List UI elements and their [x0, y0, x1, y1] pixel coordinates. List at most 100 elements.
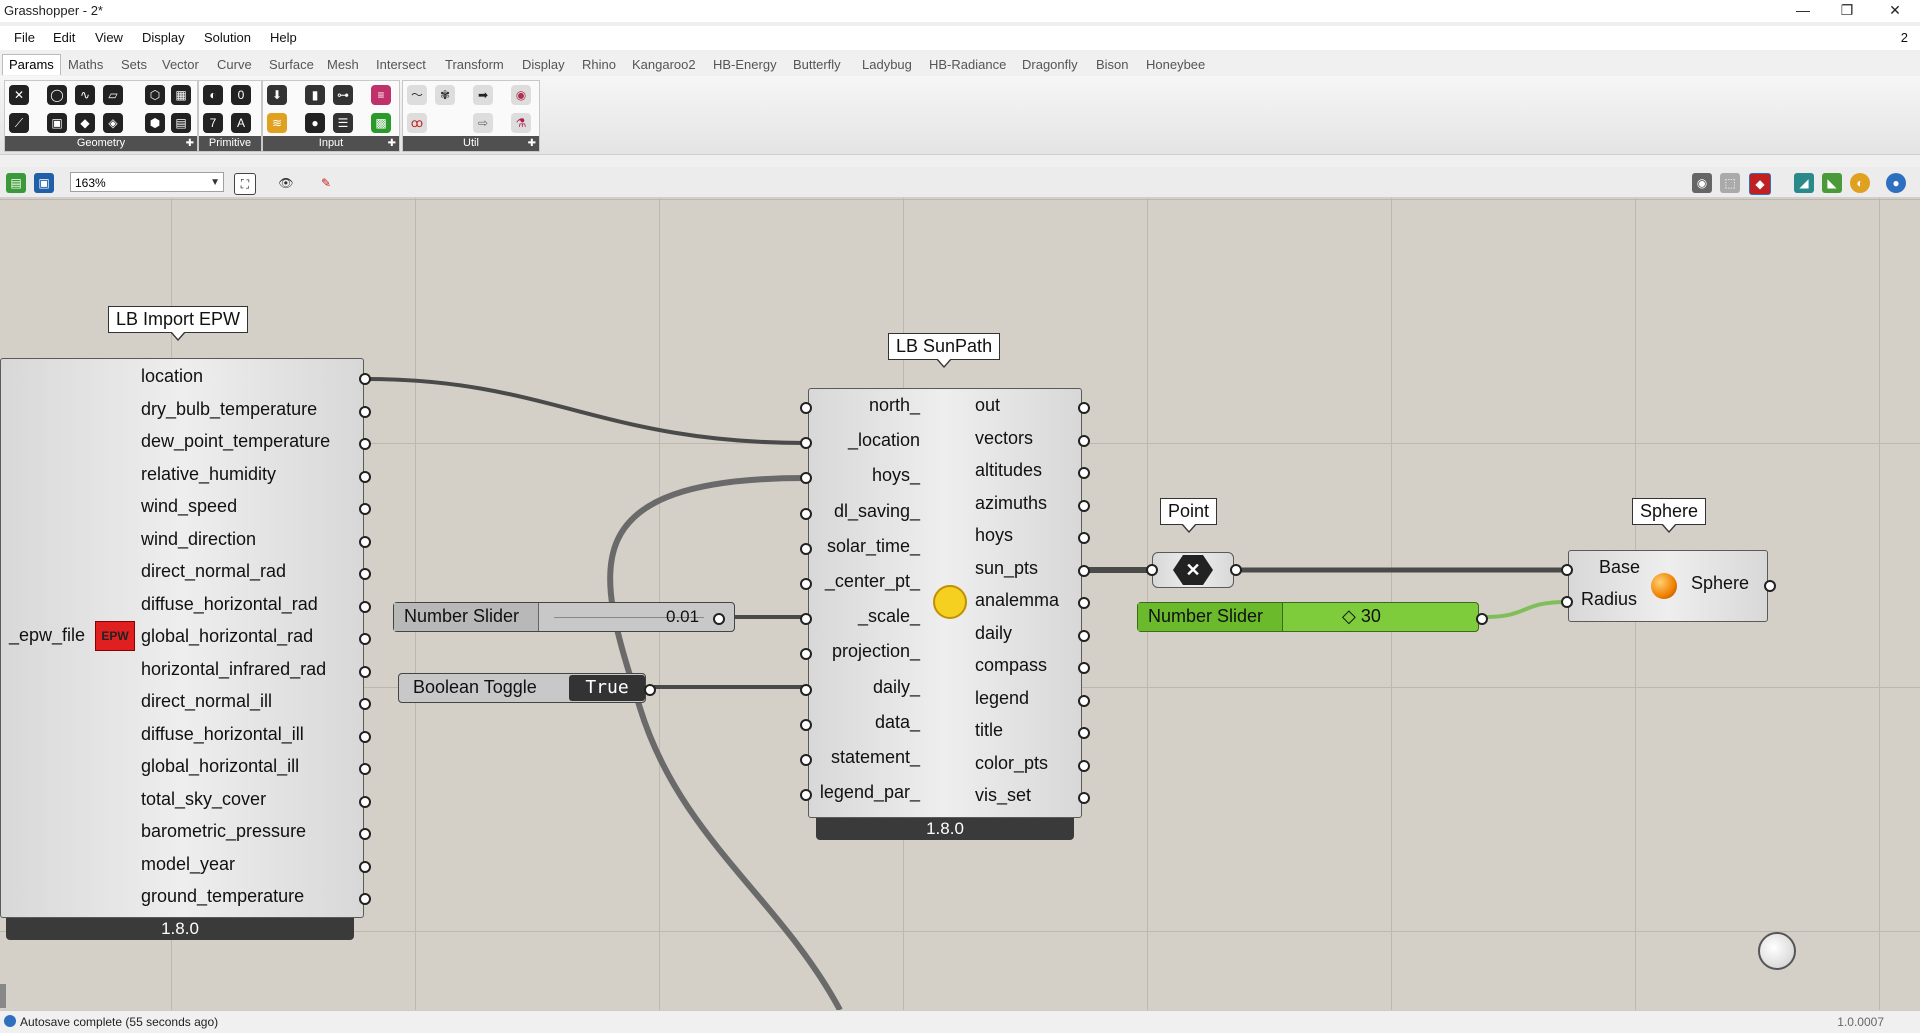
- tab-dragonfly[interactable]: Dragonfly: [1022, 57, 1078, 72]
- value-list-icon[interactable]: ☰: [333, 113, 353, 133]
- settings-sphere-icon[interactable]: ●: [1886, 173, 1906, 193]
- point-output-port[interactable]: [1230, 564, 1242, 576]
- point-component[interactable]: ✕: [1152, 552, 1234, 588]
- sphere-output-port[interactable]: [1764, 580, 1776, 592]
- menu-help[interactable]: Help: [270, 30, 297, 45]
- tab-sets[interactable]: Sets: [121, 57, 147, 72]
- shaded-icon[interactable]: ◆: [1749, 173, 1771, 195]
- sunpath-output-port-7[interactable]: [1078, 629, 1090, 642]
- sunpath-output-port-12[interactable]: [1078, 792, 1090, 804]
- number-slider-radius[interactable]: Number Slider ◇ 30: [1137, 602, 1479, 632]
- toggle-icon[interactable]: ⊶: [333, 85, 353, 105]
- text-icon[interactable]: A: [231, 113, 251, 133]
- tab-rhino[interactable]: Rhino: [582, 57, 616, 72]
- sunpath-output-port-9[interactable]: [1078, 694, 1090, 707]
- sphere-base-port[interactable]: [1561, 564, 1573, 576]
- epw-output-port-1[interactable]: [359, 405, 371, 418]
- epw-output-port-13[interactable]: [359, 795, 371, 808]
- expand-icon[interactable]: ✚: [186, 136, 194, 151]
- epw-output-port-4[interactable]: [359, 503, 371, 515]
- flask-icon[interactable]: ⚗: [511, 113, 531, 133]
- import-epw-title[interactable]: LB Import EPW: [108, 306, 249, 341]
- group-icon[interactable]: ⬢: [145, 113, 165, 133]
- epw-output-port-0[interactable]: [359, 373, 371, 385]
- tab-butterfly[interactable]: Butterfly: [793, 57, 841, 72]
- button-icon[interactable]: ▮: [305, 85, 325, 105]
- expand-icon[interactable]: ✚: [528, 136, 536, 151]
- cluster-icon[interactable]: ◉: [511, 85, 531, 105]
- import-icon[interactable]: ⬇: [267, 85, 287, 105]
- tab-ladybug[interactable]: Ladybug: [862, 57, 912, 72]
- slider-radius-output-port[interactable]: [1476, 613, 1488, 625]
- epw-output-port-5[interactable]: [359, 535, 371, 548]
- menu-edit[interactable]: Edit: [53, 30, 75, 45]
- selected-preview-icon[interactable]: ◢: [1794, 173, 1814, 193]
- tab-surface[interactable]: Surface: [269, 57, 314, 72]
- minimize-button[interactable]: —: [1788, 2, 1818, 20]
- tab-intersect[interactable]: Intersect: [376, 57, 426, 72]
- boolean-icon[interactable]: ◐: [203, 85, 223, 105]
- circle-icon[interactable]: ◯: [47, 85, 67, 105]
- tab-mesh[interactable]: Mesh: [327, 57, 359, 72]
- epw-output-port-8[interactable]: [359, 633, 371, 645]
- number-slider-scale[interactable]: Number Slider 0.01: [393, 602, 735, 632]
- sunpath-input-port-9[interactable]: [800, 718, 812, 731]
- slider-scale-output-port[interactable]: [713, 613, 725, 625]
- preview-eye-icon[interactable]: 👁: [276, 173, 296, 193]
- mesh-icon[interactable]: ▦: [171, 85, 191, 105]
- graph-icon[interactable]: ≋: [267, 113, 287, 133]
- menu-solution[interactable]: Solution: [204, 30, 251, 45]
- tab-hb-radiance[interactable]: HB-Radiance: [929, 57, 1006, 72]
- line-icon[interactable]: ⟋: [9, 113, 29, 133]
- arrow-outline-icon[interactable]: ⇨: [473, 113, 493, 133]
- curve-icon[interactable]: ∿: [75, 85, 95, 105]
- field-icon[interactable]: ⬡: [145, 85, 165, 105]
- tab-transform[interactable]: Transform: [445, 57, 504, 72]
- arrow-right-icon[interactable]: ➡: [473, 85, 493, 105]
- cherry-icon[interactable]: ꝏ: [407, 113, 427, 133]
- box-icon[interactable]: ▣: [47, 113, 67, 133]
- menu-file[interactable]: File: [14, 30, 35, 45]
- matrix-icon[interactable]: ▩: [371, 113, 391, 133]
- sunpath-input-port-3[interactable]: [800, 507, 812, 520]
- epw-output-port-15[interactable]: [359, 860, 371, 873]
- sunpath-output-port-8[interactable]: [1078, 662, 1090, 674]
- surface-icon[interactable]: ▱: [103, 85, 123, 105]
- sphere-component[interactable]: Base Radius Sphere: [1568, 550, 1768, 622]
- number-slider-radius-value[interactable]: ◇ 30: [1342, 606, 1381, 627]
- epw-output-port-3[interactable]: [359, 470, 371, 483]
- sunpath-input-port-4[interactable]: [800, 542, 812, 555]
- wireframe-icon[interactable]: ⬚: [1720, 173, 1740, 193]
- tab-curve[interactable]: Curve: [217, 57, 252, 72]
- sunpath-input-port-5[interactable]: [800, 578, 812, 590]
- scrollbar-handle[interactable]: [0, 984, 6, 1008]
- preview-off-icon[interactable]: ◉: [1692, 173, 1712, 193]
- zoom-extents-icon[interactable]: ⛶: [234, 173, 256, 195]
- boolean-toggle[interactable]: Boolean Toggle True: [398, 673, 646, 703]
- zoom-select[interactable]: 163% ▼: [70, 172, 224, 192]
- sunpath-input-port-10[interactable]: [800, 754, 812, 766]
- epw-output-port-14[interactable]: [359, 828, 371, 840]
- sphere-radius-port[interactable]: [1561, 596, 1573, 608]
- point-input-port[interactable]: [1146, 564, 1158, 576]
- point-title[interactable]: Point: [1160, 498, 1218, 533]
- sunpath-input-port-0[interactable]: [800, 402, 812, 414]
- tab-honeybee[interactable]: Honeybee: [1146, 57, 1205, 72]
- navigation-compass-icon[interactable]: [1758, 932, 1796, 970]
- epw-output-port-10[interactable]: [359, 698, 371, 710]
- number-icon[interactable]: 7: [203, 113, 223, 133]
- integer-icon[interactable]: 0: [231, 85, 251, 105]
- tab-hb-energy[interactable]: HB-Energy: [713, 57, 777, 72]
- sunpath-output-port-2[interactable]: [1078, 467, 1090, 479]
- open-file-icon[interactable]: ▤: [6, 173, 26, 193]
- maximize-button[interactable]: ❐: [1832, 2, 1862, 20]
- color-wheel-icon[interactable]: ●: [305, 113, 325, 133]
- sunpath-output-port-10[interactable]: [1078, 727, 1090, 739]
- sunpath-output-port-1[interactable]: [1078, 434, 1090, 447]
- geometry-icon[interactable]: ✕: [9, 85, 29, 105]
- tab-params[interactable]: Params: [2, 54, 61, 75]
- close-button[interactable]: ✕: [1880, 2, 1910, 20]
- mesh-settings-icon[interactable]: ◣: [1822, 173, 1842, 193]
- epw-output-port-9[interactable]: [359, 665, 371, 678]
- wire-icon[interactable]: 〜: [407, 85, 427, 105]
